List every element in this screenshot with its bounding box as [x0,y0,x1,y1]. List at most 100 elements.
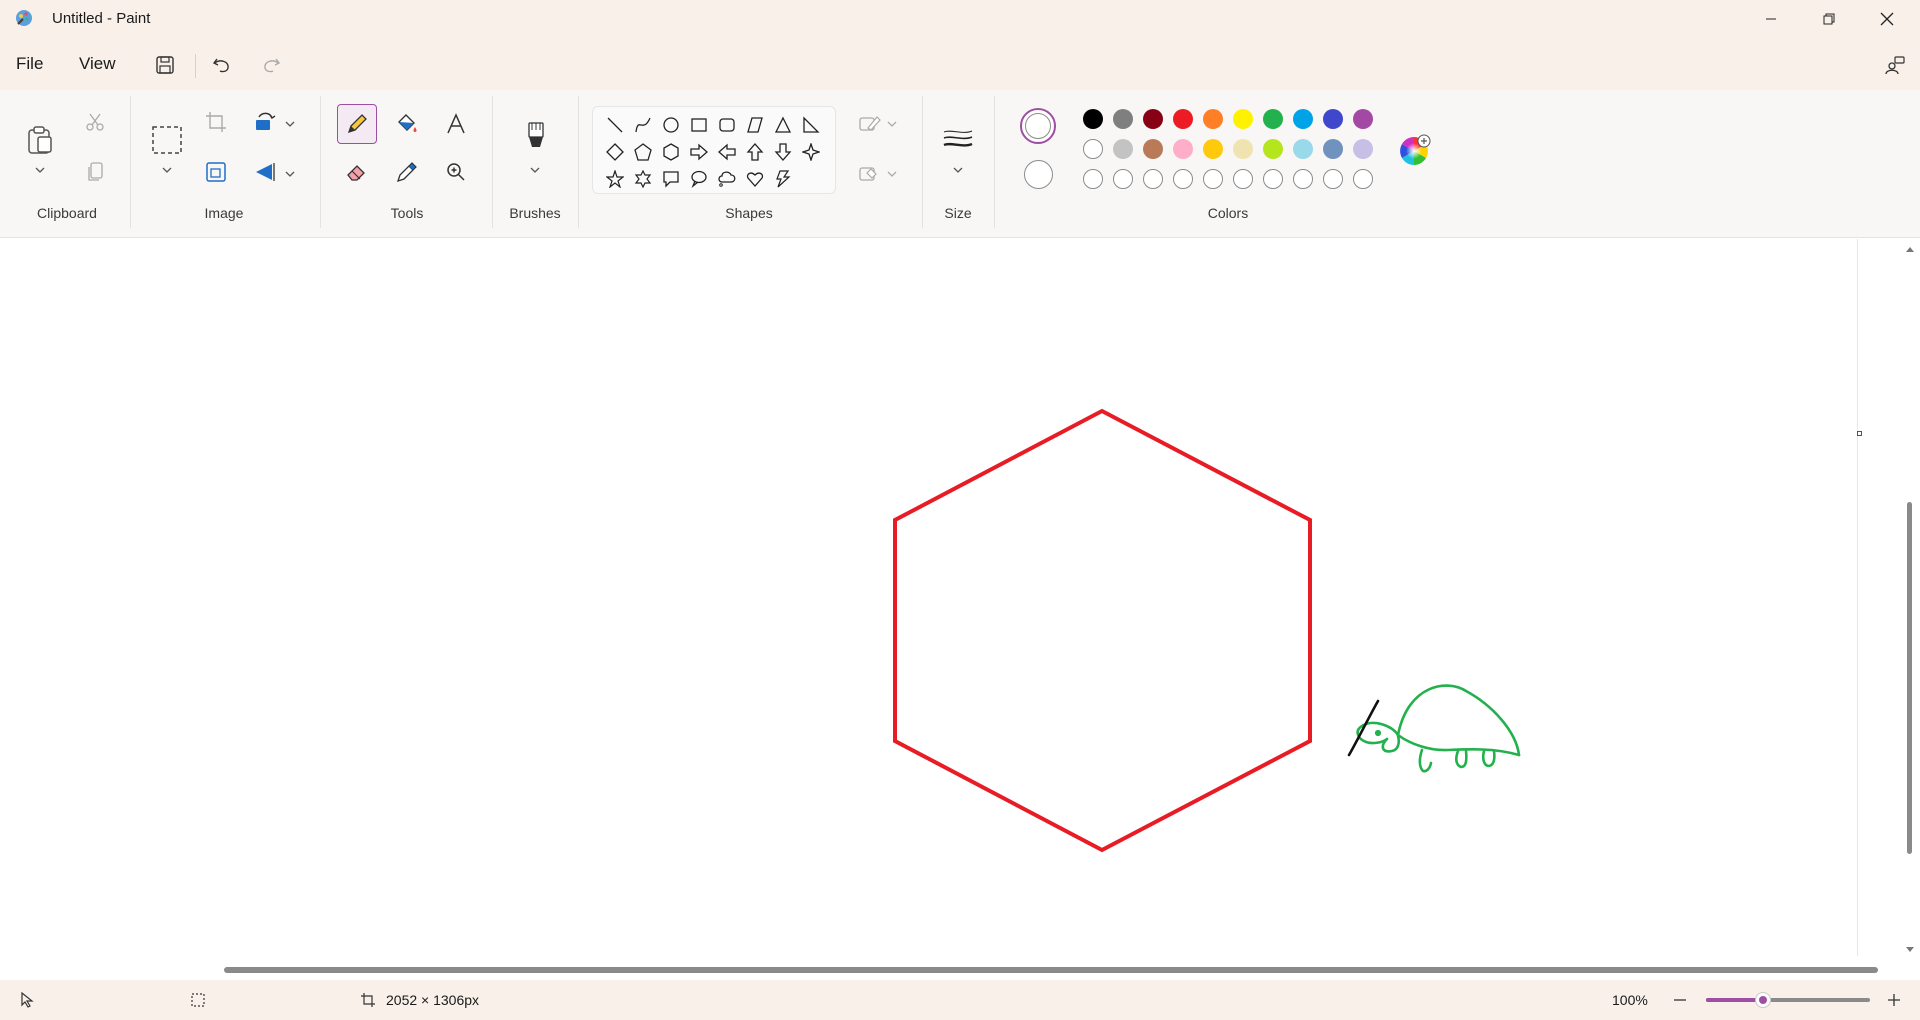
brushes-dropdown-chevron-icon[interactable] [529,164,541,176]
custom-color-slot[interactable] [1233,169,1253,189]
fill-dropdown-chevron-icon[interactable] [886,168,898,180]
oval-shape-icon[interactable] [659,113,683,137]
six-point-star-shape-icon[interactable] [631,167,655,191]
restore-button[interactable] [1800,0,1858,38]
scroll-up-icon[interactable] [1905,245,1915,253]
pencil-tool-button[interactable] [337,104,377,144]
horizontal-scroll-thumb[interactable] [224,967,1878,973]
down-arrow-shape-icon[interactable] [771,140,795,164]
triangle-shape-icon[interactable] [771,113,795,137]
menu-view[interactable]: View [79,54,116,74]
paste-dropdown-chevron-icon[interactable] [34,164,46,176]
up-arrow-shape-icon[interactable] [743,140,767,164]
outline-button[interactable] [852,106,888,142]
four-point-star-shape-icon[interactable] [799,140,823,164]
flip-button[interactable] [247,154,283,190]
primary-color-button[interactable] [1020,108,1056,144]
crop-button[interactable] [198,104,234,140]
color-swatch[interactable] [1173,139,1193,159]
rotate-button[interactable] [247,104,283,140]
minimize-button[interactable] [1742,0,1800,38]
color-swatch[interactable] [1353,139,1373,159]
diamond-shape-icon[interactable] [603,140,627,164]
scroll-down-icon[interactable] [1905,946,1915,954]
magnifier-tool-button[interactable] [438,154,474,190]
custom-color-slot[interactable] [1203,169,1223,189]
color-swatch[interactable] [1173,109,1193,129]
fill-button[interactable] [852,156,888,192]
color-swatch[interactable] [1263,139,1283,159]
select-dropdown-chevron-icon[interactable] [161,164,173,176]
color-swatch[interactable] [1323,109,1343,129]
save-button[interactable] [150,50,180,80]
rectangle-shape-icon[interactable] [687,113,711,137]
zoom-in-button[interactable] [1886,980,1902,1020]
brushes-button[interactable] [516,118,556,158]
menu-file[interactable]: File [16,54,43,74]
custom-color-slot[interactable] [1143,169,1163,189]
color-swatch[interactable] [1083,109,1103,129]
custom-color-slot[interactable] [1263,169,1283,189]
flip-dropdown-chevron-icon[interactable] [284,168,296,180]
size-dropdown-chevron-icon[interactable] [952,164,964,176]
color-swatch[interactable] [1353,109,1373,129]
select-button[interactable] [147,120,187,160]
color-picker-tool-button[interactable] [389,154,425,190]
vertical-scroll-thumb[interactable] [1907,502,1912,854]
close-button[interactable] [1858,0,1916,38]
custom-color-slot[interactable] [1113,169,1133,189]
custom-color-slot[interactable] [1353,169,1373,189]
zoom-level-text[interactable]: 100% [1612,980,1648,1020]
text-tool-button[interactable] [438,106,474,142]
lightning-shape-icon[interactable] [771,167,795,191]
copy-button[interactable] [77,154,113,190]
color-swatch[interactable] [1083,139,1103,159]
paste-button[interactable] [20,120,60,160]
canvas-resize-handle[interactable] [1857,431,1862,436]
color-swatch[interactable] [1233,109,1253,129]
redo-button[interactable] [256,50,286,80]
color-swatch[interactable] [1143,109,1163,129]
custom-color-slot[interactable] [1173,169,1193,189]
color-swatch[interactable] [1113,139,1133,159]
color-swatch[interactable] [1263,109,1283,129]
rect-callout-shape-icon[interactable] [659,167,683,191]
zoom-slider[interactable] [1706,992,1870,1008]
vertical-scrollbar[interactable] [1900,239,1920,963]
size-button[interactable] [938,120,978,160]
resize-button[interactable] [198,154,234,190]
rotate-dropdown-chevron-icon[interactable] [284,118,296,130]
five-point-star-shape-icon[interactable] [603,167,627,191]
drawing-canvas[interactable] [0,239,1858,956]
color-swatch[interactable] [1293,109,1313,129]
color-swatch[interactable] [1323,139,1343,159]
right-triangle-shape-icon[interactable] [799,113,823,137]
cloud-callout-shape-icon[interactable] [715,167,739,191]
left-arrow-shape-icon[interactable] [715,140,739,164]
account-button[interactable] [1880,50,1910,80]
eraser-tool-button[interactable] [339,154,375,190]
polygon-shape-icon[interactable] [743,113,767,137]
oval-callout-shape-icon[interactable] [687,167,711,191]
color-swatch[interactable] [1143,139,1163,159]
custom-color-slot[interactable] [1083,169,1103,189]
fill-tool-button[interactable] [389,106,425,142]
pentagon-shape-icon[interactable] [631,140,655,164]
undo-button[interactable] [207,50,237,80]
color-swatch[interactable] [1113,109,1133,129]
line-shape-icon[interactable] [603,113,627,137]
rounded-rectangle-shape-icon[interactable] [715,113,739,137]
outline-dropdown-chevron-icon[interactable] [886,118,898,130]
secondary-color-button[interactable] [1024,160,1053,189]
custom-color-slot[interactable] [1293,169,1313,189]
zoom-slider-thumb[interactable] [1755,992,1772,1008]
edit-colors-button[interactable] [1398,132,1434,168]
color-swatch[interactable] [1233,139,1253,159]
right-arrow-shape-icon[interactable] [687,140,711,164]
curve-shape-icon[interactable] [631,113,655,137]
cut-button[interactable] [77,104,113,140]
color-swatch[interactable] [1293,139,1313,159]
color-swatch[interactable] [1203,109,1223,129]
custom-color-slot[interactable] [1323,169,1343,189]
hexagon-shape-icon[interactable] [659,140,683,164]
